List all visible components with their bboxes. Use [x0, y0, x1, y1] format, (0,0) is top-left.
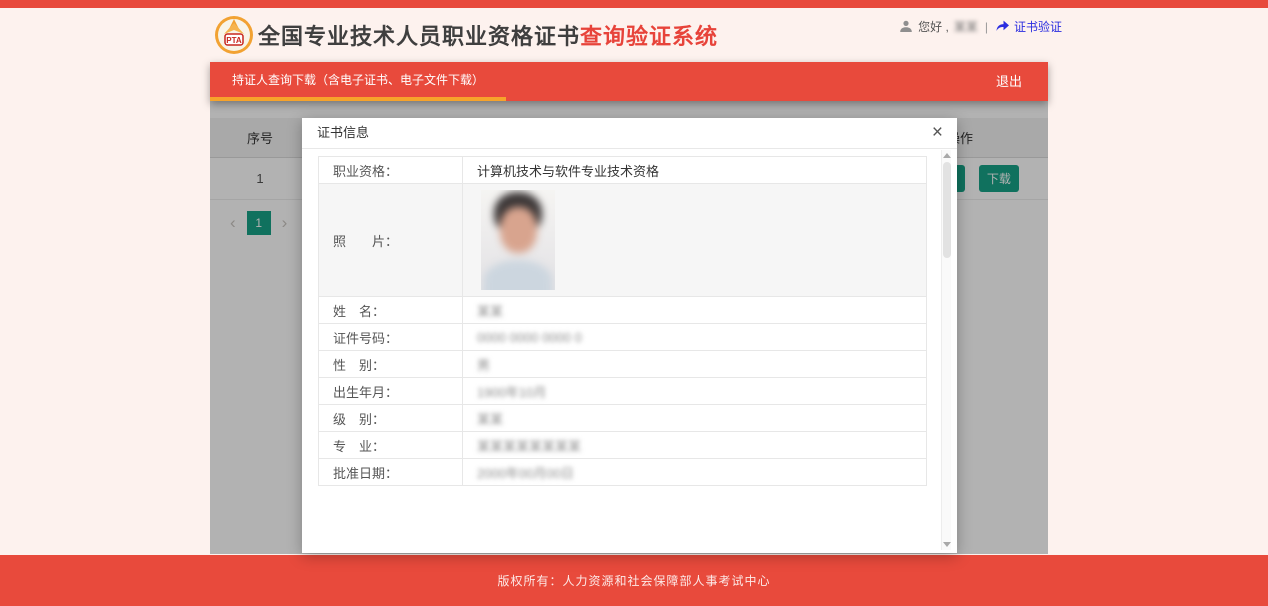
- row-value: 0000 0000 0000 0: [477, 330, 582, 345]
- row-label: 照 片：: [319, 184, 463, 297]
- row-value: 计算机技术与软件专业技术资格: [463, 157, 927, 184]
- row-gender: 性 别： 男: [319, 351, 927, 378]
- page-title: 全国专业技术人员职业资格证书查询验证系统: [258, 19, 718, 51]
- row-photo: 照 片：: [319, 184, 927, 297]
- row-value: 某某: [477, 304, 503, 319]
- divider: |: [985, 20, 988, 34]
- user-area: 您好 , 某某 | 证书验证: [899, 18, 1062, 35]
- row-qualification: 职业资格： 计算机技术与软件专业技术资格: [319, 157, 927, 184]
- row-label: 职业资格：: [319, 157, 463, 184]
- greeting-text: 您好 ,: [918, 18, 949, 35]
- row-birth-date: 出生年月： 1900年10月: [319, 378, 927, 405]
- row-label: 出生年月：: [319, 378, 463, 405]
- logout-button[interactable]: 退出: [970, 62, 1048, 101]
- row-value: 男: [477, 358, 490, 373]
- row-value: 某某: [477, 412, 503, 427]
- row-label: 批准日期：: [319, 459, 463, 486]
- row-name: 姓 名： 某某: [319, 297, 927, 324]
- row-approval-date: 批准日期： 2000年00月00日: [319, 459, 927, 486]
- logo-text: PTA: [226, 36, 242, 45]
- close-icon[interactable]: ×: [928, 118, 947, 147]
- copyright-text: 版权所有：人力资源和社会保障部人事考试中心: [497, 572, 770, 589]
- row-value: 2000年00月00日: [477, 466, 574, 481]
- page-footer: 版权所有：人力资源和社会保障部人事考试中心: [0, 555, 1268, 606]
- row-label: 证件号码：: [319, 324, 463, 351]
- brand: PTA 全国专业技术人员职业资格证书查询验证系统: [214, 15, 718, 55]
- page-title-highlight: 查询验证系统: [580, 24, 718, 49]
- nav-bar: 持证人查询下载（含电子证书、电子文件下载） 退出: [210, 62, 1048, 101]
- row-label: 姓 名：: [319, 297, 463, 324]
- row-label: 性 别：: [319, 351, 463, 378]
- portrait-photo: [481, 190, 555, 290]
- scroll-thumb[interactable]: [943, 162, 951, 258]
- top-accent-bar: [0, 0, 1268, 8]
- scroll-up-icon[interactable]: [943, 153, 951, 158]
- share-arrow-icon: [995, 19, 1010, 35]
- modal-body: 职业资格： 计算机技术与软件专业技术资格 照 片： 姓 名：: [318, 150, 927, 550]
- app-header: PTA 全国专业技术人员职业资格证书查询验证系统 您好 , 某某 | 证书验证: [210, 8, 1058, 62]
- row-id-number: 证件号码： 0000 0000 0000 0: [319, 324, 927, 351]
- certificate-verify-link[interactable]: 证书验证: [995, 18, 1062, 35]
- page-title-main: 全国专业技术人员职业资格证书: [258, 24, 580, 49]
- row-level: 级 别： 某某: [319, 405, 927, 432]
- modal-scrollbar[interactable]: [941, 150, 951, 550]
- username: 某某: [954, 18, 978, 35]
- pta-logo: PTA: [214, 15, 254, 55]
- certificate-info-table: 职业资格： 计算机技术与软件专业技术资格 照 片： 姓 名：: [318, 156, 927, 486]
- row-major: 专 业： 某某某某某某某某: [319, 432, 927, 459]
- row-value: [463, 184, 927, 297]
- row-value: 1900年10月: [477, 385, 546, 400]
- scroll-down-icon[interactable]: [943, 542, 951, 547]
- row-value: 某某某某某某某某: [477, 439, 581, 454]
- modal-header: 证书信息 ×: [302, 118, 957, 149]
- row-label: 级 别：: [319, 405, 463, 432]
- row-label: 专 业：: [319, 432, 463, 459]
- user-icon: [899, 20, 913, 33]
- verify-link-label: 证书验证: [1014, 18, 1062, 35]
- tab-holder-query-download[interactable]: 持证人查询下载（含电子证书、电子文件下载）: [210, 62, 506, 101]
- cert-info-modal: 证书信息 × 职业资格： 计算机技术与软件专业技术资格 照 片：: [302, 118, 957, 553]
- modal-title: 证书信息: [317, 125, 369, 140]
